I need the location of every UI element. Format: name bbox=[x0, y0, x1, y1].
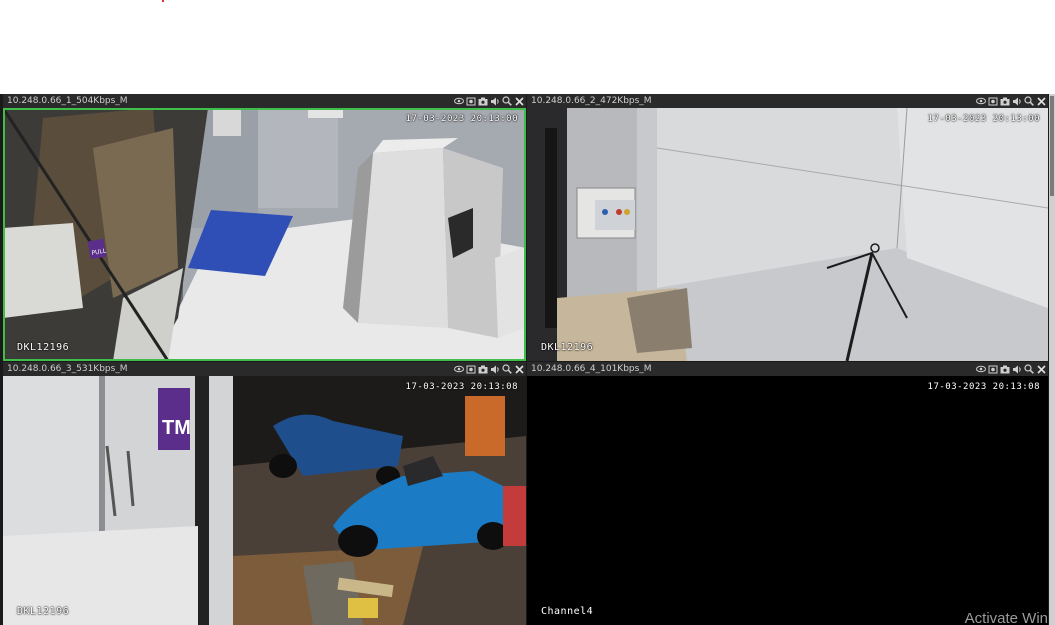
close-icon[interactable] bbox=[514, 364, 524, 374]
tile-3-camera-label: DKL12196 bbox=[17, 606, 70, 617]
tile-1-title: 10.248.0.66_1_504Kbps_M bbox=[7, 96, 128, 106]
scrollbar-thumb[interactable] bbox=[1050, 96, 1054, 196]
tile-4-titlebar: 10.248.0.66_4_101Kbps_M bbox=[527, 362, 1048, 376]
activate-windows-watermark: Activate Win bbox=[964, 610, 1048, 625]
camera-tile-4[interactable]: 10.248.0.66_4_101Kbps_M 17-03-2023 20:13… bbox=[527, 362, 1048, 625]
tile-3-timestamp: 17-03-2023 20:13:08 bbox=[405, 382, 518, 392]
atm-banner-text: TM bbox=[162, 417, 191, 439]
speaker-icon[interactable] bbox=[490, 364, 500, 374]
speaker-icon[interactable] bbox=[1012, 364, 1022, 374]
camera-tile-1[interactable]: 10.248.0.66_1_504Kbps_M PULL 17-03-2023 … bbox=[3, 94, 526, 361]
record-icon[interactable] bbox=[988, 96, 998, 106]
camera-feed-1: PULL 17-03-2023 20:13:00 DKL12196 bbox=[3, 107, 526, 361]
tile-1-titlebar: 10.248.0.66_1_504Kbps_M bbox=[3, 94, 526, 108]
speaker-icon[interactable] bbox=[1012, 96, 1022, 106]
record-icon[interactable] bbox=[466, 364, 476, 374]
camera-icon[interactable] bbox=[1000, 364, 1010, 374]
camera-icon[interactable] bbox=[478, 96, 488, 106]
tile-4-timestamp: 17-03-2023 20:13:08 bbox=[927, 382, 1040, 392]
eye-icon[interactable] bbox=[454, 96, 464, 106]
zoom-icon[interactable] bbox=[502, 364, 512, 374]
tile-3-titlebar: 10.248.0.66_3_531Kbps_M bbox=[3, 362, 526, 376]
tile-4-camera-label: Channel4 bbox=[541, 606, 594, 617]
camera-feed-3: TM 17-03-2023 20:13:08 DKL12196 bbox=[3, 376, 526, 625]
camera-icon[interactable] bbox=[1000, 96, 1010, 106]
back-room-scene bbox=[527, 107, 1048, 361]
atm-lobby-scene: PULL bbox=[3, 107, 526, 361]
vertical-scrollbar[interactable] bbox=[1049, 94, 1055, 625]
tile-2-titlebar: 10.248.0.66_2_472Kbps_M bbox=[527, 94, 1048, 108]
camera-tile-3[interactable]: 10.248.0.66_3_531Kbps_M TM 17-03-2023 20… bbox=[3, 362, 526, 625]
tile-2-camera-label: DKL12196 bbox=[541, 342, 594, 353]
tile-3-title: 10.248.0.66_3_531Kbps_M bbox=[7, 364, 128, 374]
eye-icon[interactable] bbox=[454, 364, 464, 374]
camera-icon[interactable] bbox=[478, 364, 488, 374]
camera-tile-2[interactable]: 10.248.0.66_2_472Kbps_M 17-03-2023 20:13… bbox=[527, 94, 1048, 361]
zoom-icon[interactable] bbox=[1024, 364, 1034, 374]
close-icon[interactable] bbox=[1036, 364, 1046, 374]
tile-1-timestamp: 17-03-2023 20:13:00 bbox=[405, 114, 518, 124]
record-icon[interactable] bbox=[466, 96, 476, 106]
eye-icon[interactable] bbox=[976, 96, 986, 106]
zoom-icon[interactable] bbox=[1024, 96, 1034, 106]
camera-feed-4: 17-03-2023 20:13:08 Channel4 bbox=[527, 376, 1048, 625]
stray-red-dot bbox=[162, 0, 164, 2]
zoom-icon[interactable] bbox=[502, 96, 512, 106]
camera-feed-2: 17-03-2023 20:13:00 DKL12196 bbox=[527, 107, 1048, 361]
speaker-icon[interactable] bbox=[490, 96, 500, 106]
record-icon[interactable] bbox=[988, 364, 998, 374]
tile-1-camera-label: DKL12196 bbox=[17, 342, 70, 353]
tile-2-timestamp: 17-03-2023 20:13:00 bbox=[927, 114, 1040, 124]
close-icon[interactable] bbox=[514, 96, 524, 106]
parking-area-scene: TM bbox=[3, 376, 526, 625]
eye-icon[interactable] bbox=[976, 364, 986, 374]
tile-2-title: 10.248.0.66_2_472Kbps_M bbox=[531, 96, 652, 106]
tile-4-title: 10.248.0.66_4_101Kbps_M bbox=[531, 364, 652, 374]
camera-grid: 10.248.0.66_1_504Kbps_M PULL 17-03-2023 … bbox=[0, 94, 1055, 625]
close-icon[interactable] bbox=[1036, 96, 1046, 106]
